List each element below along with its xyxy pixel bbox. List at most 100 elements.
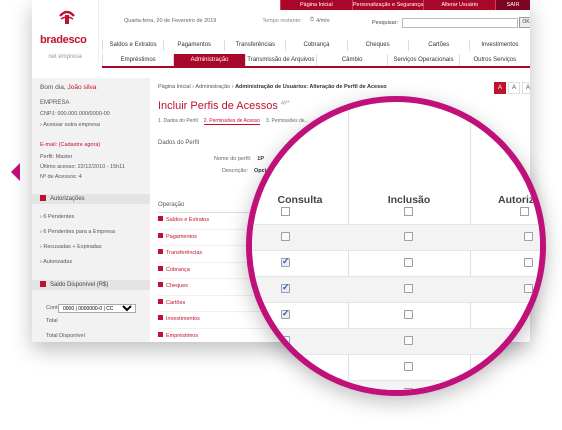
font-size-medium-button[interactable]: A [508, 82, 520, 94]
clock-icon: ⏱ [309, 17, 315, 23]
permission-checkbox[interactable] [404, 310, 413, 319]
permission-checkbox[interactable] [281, 388, 290, 390]
operation-label: Pagamentos [166, 233, 197, 240]
greeting-text: Bom dia, [40, 84, 66, 91]
permission-checkbox[interactable] [524, 284, 533, 293]
nav-cambio[interactable]: Câmbio [315, 54, 387, 66]
email-register[interactable]: E-mail: (Cadastre agora) [40, 142, 100, 148]
permission-checkbox[interactable] [404, 232, 413, 241]
section-title: Dados do Perfil [158, 140, 200, 146]
search-label: Pesquisar: [372, 19, 398, 26]
auth-link-pending-company[interactable]: 6 Pendentes para a Empresa [40, 229, 115, 235]
nav-transferencias[interactable]: Transferências [224, 40, 285, 51]
nav-transmissao[interactable]: Transmissão de Arquivos [244, 54, 316, 66]
permission-checkbox[interactable] [281, 336, 290, 345]
pointer-arrow-icon [11, 163, 20, 181]
nav-pagamentos[interactable]: Pagamentos [163, 40, 224, 51]
auth-link-refused[interactable]: Recusadas + Expiradas [40, 244, 101, 250]
permission-row [252, 328, 540, 354]
wizard-steps: 1. Dados do Perfil 2. Permissões de Aces… [158, 118, 309, 125]
select-all-inclusao-checkbox[interactable] [404, 207, 413, 216]
breadcrumb-current: Administração de Usuários: Alteração de … [235, 84, 387, 90]
page-title-suffix: AP* [280, 100, 290, 107]
authorizations-title: Autorizações [50, 196, 85, 202]
info-row: Quarta-feira, 20 de Fevereiro de 2019 Te… [124, 17, 330, 24]
nav-servicos[interactable]: Serviços Operacionais [387, 54, 458, 66]
operation-label: Transferências [166, 250, 203, 256]
authorizations-section[interactable]: Autorizações [32, 194, 150, 204]
profile-name-value: 1P [257, 156, 265, 162]
permission-row [252, 276, 540, 302]
expand-icon [158, 315, 163, 320]
permission-checkbox[interactable] [281, 232, 290, 241]
top-bar: Página Inicial Personalização e Seguranç… [280, 0, 530, 10]
select-all-autorizacao-checkbox[interactable] [520, 207, 529, 216]
topbar-link-change-user[interactable]: Alterar Usuário [423, 0, 495, 10]
permission-checkbox[interactable] [404, 284, 413, 293]
greeting: Bom dia, João silva [40, 84, 96, 91]
nav-cobranca[interactable]: Cobrança [285, 40, 346, 51]
nav-outros[interactable]: Outros Serviços [458, 54, 530, 66]
expand-icon [158, 282, 163, 287]
step-3[interactable]: 3. Permissões de... [266, 118, 309, 125]
font-size-large-button[interactable]: A [494, 82, 506, 94]
collapse-icon [40, 195, 46, 201]
permission-checkbox[interactable] [281, 282, 290, 293]
topbar-link-home[interactable]: Página Inicial [280, 0, 352, 10]
operation-label: Cheques [166, 283, 189, 289]
logo[interactable]: bradesco net empresa [32, 0, 99, 62]
breadcrumb-home[interactable]: Página Inicial [158, 84, 191, 90]
company-label: EMPRESA [40, 100, 70, 106]
page-title: Incluir Perfis de Acessos AP* [158, 100, 290, 112]
breadcrumb-admin[interactable]: Administração [195, 84, 230, 90]
font-size-small-button[interactable]: A [522, 82, 530, 94]
select-all-consulta-checkbox[interactable] [281, 207, 290, 216]
permission-checkbox[interactable] [524, 258, 533, 267]
nav-investimentos[interactable]: Investimentos [468, 40, 530, 51]
permission-checkbox[interactable] [404, 362, 413, 371]
secondary-nav: Empréstimos Administração Transmissão de… [102, 54, 530, 68]
step-2[interactable]: 2. Permissões de Acesso [203, 118, 260, 125]
auth-link-authorized[interactable]: Autorizadas [40, 259, 72, 265]
nav-emprestimos[interactable]: Empréstimos [102, 54, 173, 66]
permission-checkbox[interactable] [404, 336, 413, 345]
search-input[interactable] [402, 17, 518, 28]
access-other-company-link[interactable]: Acessar outra empresa [40, 122, 100, 128]
total-label: Total [46, 318, 58, 324]
permission-row [252, 250, 540, 276]
permission-row [252, 224, 540, 250]
permission-checkbox[interactable] [524, 388, 533, 390]
permission-checkbox[interactable] [281, 308, 290, 319]
permission-checkbox[interactable] [281, 362, 290, 371]
nav-cartoes[interactable]: Cartões [407, 40, 469, 51]
bradesco-logo-icon [59, 10, 75, 24]
nav-administracao[interactable]: Administração [173, 54, 245, 66]
account-select[interactable]: 0000 | 0000000-0 | CC [58, 304, 136, 313]
total-available-label: Total Disponível [46, 333, 85, 339]
primary-nav: Saldos e Extratos Pagamentos Transferênc… [102, 40, 530, 51]
page-title-text: Incluir Perfis de Acessos [158, 100, 278, 112]
operation-label: Cobrança [166, 266, 190, 273]
permission-checkbox[interactable] [281, 256, 290, 267]
logout-button[interactable]: SAIR [495, 0, 530, 10]
brand-subtitle: net empresa [48, 54, 82, 60]
step-1[interactable]: 1. Dados do Perfil [158, 118, 198, 125]
operation-label: Saldos e Extratos [166, 217, 210, 223]
search-ok-button[interactable]: OK [519, 17, 530, 28]
permission-checkbox[interactable] [524, 362, 533, 371]
user-name: João silva [67, 84, 97, 91]
font-size-controls: A A A [494, 82, 530, 94]
topbar-link-personalization[interactable]: Personalização e Segurança [351, 0, 424, 10]
balance-section[interactable]: Saldo Disponível (R$) [32, 280, 150, 290]
expand-icon [158, 216, 163, 221]
magnifier-zoom: Consulta Inclusão Autorização [246, 96, 546, 396]
permission-checkbox[interactable] [524, 232, 533, 241]
nav-saldos[interactable]: Saldos e Extratos [102, 40, 163, 51]
permission-checkbox[interactable] [524, 336, 533, 345]
nav-cheques[interactable]: Cheques [346, 40, 408, 51]
permission-checkbox[interactable] [404, 388, 413, 390]
permission-checkbox[interactable] [404, 258, 413, 267]
permission-checkbox[interactable] [524, 310, 533, 319]
auth-link-pending[interactable]: 6 Pendentes [40, 214, 74, 220]
collapse-icon [40, 281, 46, 287]
